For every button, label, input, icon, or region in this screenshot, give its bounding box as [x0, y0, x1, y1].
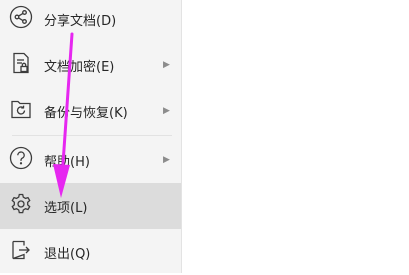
chevron-right-icon: ▶ — [163, 60, 170, 70]
menu-item-label: 文档加密(E) — [44, 59, 115, 75]
menu-item-label: 帮助(H) — [44, 154, 90, 170]
backup-restore-icon — [9, 97, 33, 121]
menu-item-label: 备份与恢复(K) — [44, 105, 128, 121]
exit-icon — [9, 238, 33, 262]
chevron-right-icon: ▶ — [163, 106, 170, 116]
menu-item-label: 分享文档(D) — [44, 13, 117, 29]
backstage-menu-panel: 分享文档(D) 文档加密(E) ▶ 备份与恢复(K) ▶ 帮助(H) ▶ 选项(… — [0, 0, 182, 273]
menu-item-options[interactable]: 选项(L) — [0, 183, 181, 229]
chevron-right-icon: ▶ — [163, 155, 170, 165]
menu-item-label: 选项(L) — [44, 200, 88, 216]
menu-item-label: 退出(Q) — [44, 246, 91, 262]
share-icon — [9, 5, 33, 29]
menu-item-exit[interactable]: 退出(Q) — [0, 229, 181, 275]
menu-item-share-document[interactable]: 分享文档(D) — [0, 0, 181, 42]
help-icon — [9, 146, 33, 170]
gear-icon — [9, 192, 33, 216]
document-lock-icon — [9, 51, 33, 75]
menu-separator — [12, 135, 172, 136]
menu-item-document-encrypt[interactable]: 文档加密(E) ▶ — [0, 42, 181, 88]
menu-item-backup-restore[interactable]: 备份与恢复(K) ▶ — [0, 88, 181, 134]
menu-item-help[interactable]: 帮助(H) ▶ — [0, 137, 181, 183]
